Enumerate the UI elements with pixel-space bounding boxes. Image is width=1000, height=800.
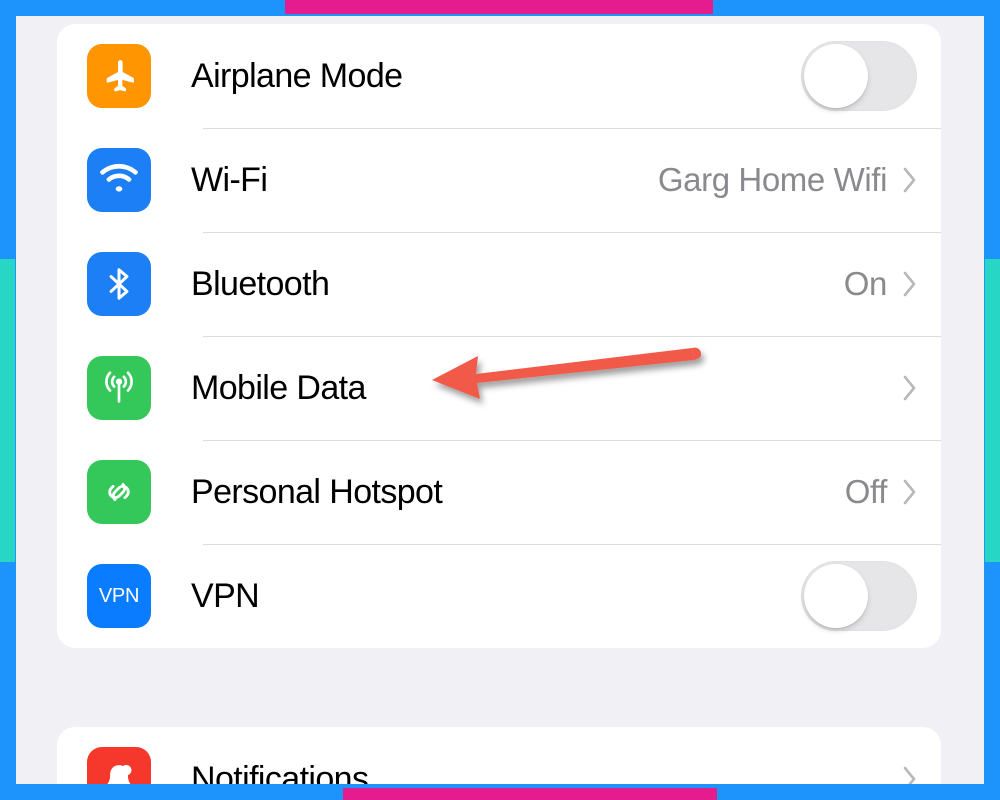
- highlight-segment-right: [985, 259, 1000, 562]
- hotspot-link-icon: [87, 460, 151, 524]
- chevron-right-icon: [903, 167, 917, 193]
- list-item-wifi[interactable]: Wi-Fi Garg Home Wifi: [57, 128, 941, 232]
- list-item-control: [801, 41, 941, 111]
- wifi-value: Garg Home Wifi: [657, 161, 888, 198]
- list-item-control: [887, 766, 941, 784]
- list-item-personal-hotspot[interactable]: Personal Hotspot Off: [57, 440, 941, 544]
- list-item-vpn[interactable]: VPN VPN: [57, 544, 941, 648]
- highlight-border-right: [984, 0, 1000, 800]
- list-item-notifications[interactable]: Notifications: [57, 727, 941, 784]
- highlight-border-left: [0, 0, 16, 800]
- settings-group-network: Airplane Mode Wi-Fi Garg Home Wifi Bluet…: [57, 24, 941, 648]
- list-item-mobile-data[interactable]: Mobile Data: [57, 336, 941, 440]
- list-item-control: [801, 561, 941, 631]
- list-item-airplane-mode[interactable]: Airplane Mode: [57, 24, 941, 128]
- highlight-segment-top: [285, 0, 713, 14]
- list-item-control: On: [844, 265, 941, 303]
- personal-hotspot-value: Off: [844, 473, 888, 510]
- highlight-segment-bottom: [343, 788, 717, 800]
- screenshot-root: Airplane Mode Wi-Fi Garg Home Wifi Bluet…: [0, 0, 1000, 800]
- settings-group-notifications: Notifications: [57, 727, 941, 784]
- toggle-knob: [804, 44, 868, 108]
- cellular-antenna-icon: [87, 356, 151, 420]
- list-item-label: Mobile Data: [191, 368, 366, 407]
- highlight-border-top: [0, 0, 1000, 16]
- airplane-icon: [87, 44, 151, 108]
- chevron-right-icon: [903, 375, 917, 401]
- list-item-label: Personal Hotspot: [191, 472, 443, 511]
- list-item-control: [887, 375, 941, 401]
- list-item-label: Wi-Fi: [191, 160, 268, 199]
- vpn-icon: VPN: [87, 564, 151, 628]
- bluetooth-icon: [87, 252, 151, 316]
- vpn-toggle[interactable]: [801, 561, 917, 631]
- chevron-right-icon: [903, 271, 917, 297]
- list-item-control: Garg Home Wifi: [658, 161, 941, 199]
- chevron-right-icon: [903, 766, 917, 784]
- list-item-label: VPN: [191, 576, 260, 615]
- list-item-bluetooth[interactable]: Bluetooth On: [57, 232, 941, 336]
- highlight-segment-left: [0, 259, 15, 562]
- list-item-label: Bluetooth: [191, 264, 330, 303]
- notifications-bell-icon: [87, 747, 151, 784]
- list-item-control: Off: [845, 473, 941, 511]
- highlight-border-bottom: [0, 784, 1000, 800]
- list-item-label: Airplane Mode: [191, 56, 403, 95]
- list-item-label: Notifications: [191, 759, 369, 785]
- bluetooth-value: On: [843, 265, 888, 302]
- toggle-knob: [804, 564, 868, 628]
- chevron-right-icon: [903, 479, 917, 505]
- settings-page: Airplane Mode Wi-Fi Garg Home Wifi Bluet…: [16, 16, 984, 784]
- wifi-icon: [87, 148, 151, 212]
- vpn-icon-label: VPN: [98, 585, 140, 607]
- airplane-mode-toggle[interactable]: [801, 41, 917, 111]
